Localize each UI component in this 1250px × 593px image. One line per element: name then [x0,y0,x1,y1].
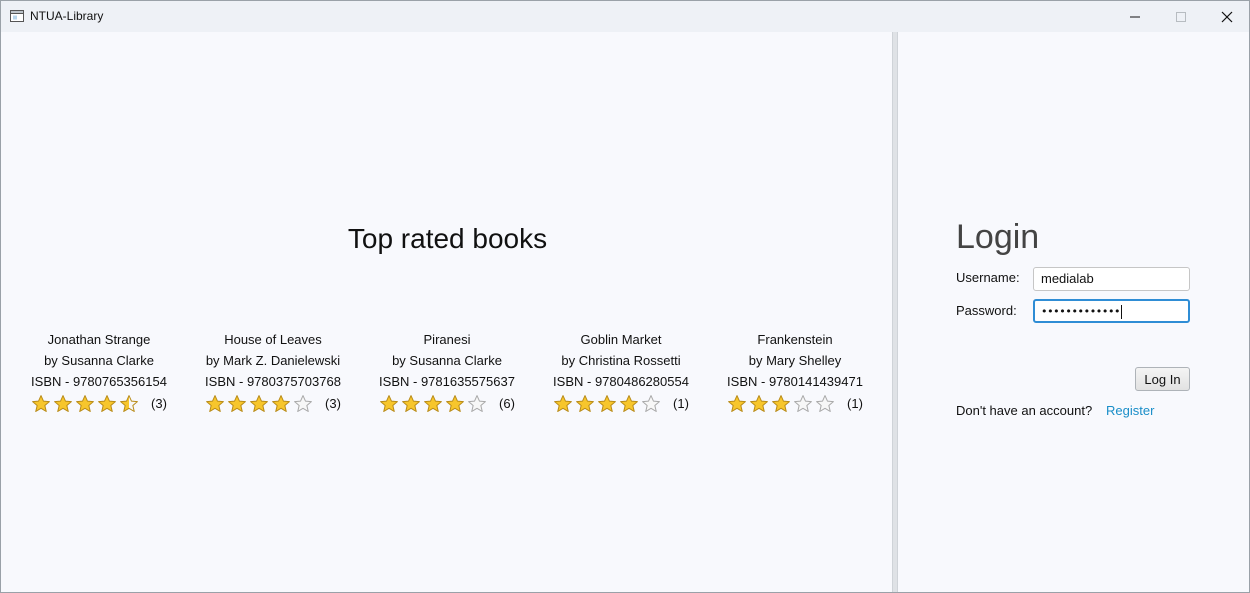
book-author: by Mary Shelley [748,353,842,368]
star-filled-icon [750,395,768,412]
book-isbn: ISBN - 9780486280554 [553,374,689,389]
book-rating: (1) [534,392,708,416]
username-input[interactable]: medialab [1033,267,1190,291]
book-card: Piranesi by Susanna Clarke ISBN - 978163… [360,329,534,429]
login-title: Login [956,218,1040,256]
rating-count: (1) [847,396,863,411]
star-filled-icon [250,395,268,412]
star-filled-icon [76,395,94,412]
book-author: by Christina Rossetti [561,353,681,368]
password-label: Password: [956,303,1017,318]
book-rating: (6) [360,392,534,416]
window-content: Top rated books Jonathan Strange by Susa… [1,32,1249,592]
app-window-icon [10,10,24,22]
star-filled-icon [228,395,246,412]
application-window: NTUA-Library Top rated books Jonathan St… [0,0,1250,593]
split-pane-divider[interactable] [892,32,898,592]
book-isbn: ISBN - 9780141439471 [727,374,863,389]
star-filled-icon [272,395,290,412]
maximize-button[interactable] [1158,1,1204,32]
book-card: Frankenstein by Mary Shelley ISBN - 9780… [708,329,882,429]
star-empty-icon [468,395,486,412]
no-account-text: Don't have an account? [956,403,1093,418]
star-empty-icon [294,395,312,412]
minimize-icon [1130,16,1140,17]
book-card: Goblin Market by Christina Rossetti ISBN… [534,329,708,429]
book-title: House of Leaves [224,332,322,347]
minimize-button[interactable] [1112,1,1158,32]
star-filled-icon [554,395,572,412]
window-title: NTUA-Library [30,9,104,23]
star-filled-icon [728,395,746,412]
star-half-icon [120,395,138,412]
book-title: Goblin Market [580,332,662,347]
star-rating [553,394,663,414]
star-filled-icon [598,395,616,412]
register-link[interactable]: Register [1106,402,1154,420]
star-filled-icon [772,395,790,412]
star-rating [205,394,315,414]
book-rating: (1) [708,392,882,416]
star-filled-icon [620,395,638,412]
star-empty-icon [816,395,834,412]
star-filled-icon [402,395,420,412]
star-filled-icon [98,395,116,412]
close-icon [1221,11,1233,22]
book-isbn: ISBN - 9781635575637 [379,374,515,389]
book-author: by Susanna Clarke [44,353,154,368]
book-card: Jonathan Strange by Susanna Clarke ISBN … [12,329,186,429]
star-rating [379,394,489,414]
star-filled-icon [54,395,72,412]
close-button[interactable] [1204,1,1249,32]
password-input[interactable]: ••••••••••••• [1033,299,1190,323]
book-isbn: ISBN - 9780375703768 [205,374,341,389]
rating-count: (3) [325,396,341,411]
book-rating: (3) [12,392,186,416]
book-rating: (3) [186,392,360,416]
star-rating [727,394,837,414]
book-title: Jonathan Strange [47,332,151,347]
star-filled-icon [424,395,442,412]
top-rated-books-list: Jonathan Strange by Susanna Clarke ISBN … [12,329,882,429]
login-button[interactable]: Log In [1135,367,1190,391]
book-author: by Susanna Clarke [392,353,502,368]
password-value: ••••••••••••• [1041,305,1121,318]
book-title: Frankenstein [757,332,833,347]
star-empty-icon [642,395,660,412]
star-filled-icon [446,395,464,412]
rating-count: (1) [673,396,689,411]
maximize-icon [1176,11,1186,22]
star-filled-icon [576,395,594,412]
top-rated-heading: Top rated books [347,223,548,254]
rating-count: (6) [499,396,515,411]
text-caret [1121,304,1123,319]
star-filled-icon [206,395,224,412]
title-bar[interactable]: NTUA-Library [1,1,1249,32]
rating-count: (3) [151,396,167,411]
star-filled-icon [32,395,50,412]
star-empty-icon [794,395,812,412]
star-rating [31,394,141,414]
book-card: House of Leaves by Mark Z. Danielewski I… [186,329,360,429]
book-isbn: ISBN - 9780765356154 [31,374,167,389]
book-author: by Mark Z. Danielewski [205,353,341,368]
star-filled-icon [380,395,398,412]
book-title: Piranesi [423,332,471,347]
username-label: Username: [956,270,1020,285]
